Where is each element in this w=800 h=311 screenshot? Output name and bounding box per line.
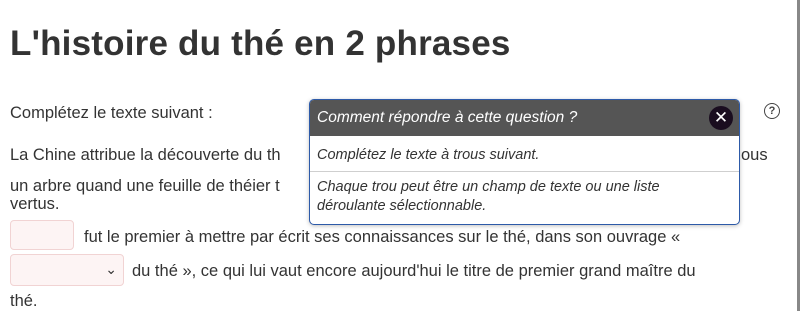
popup-header: Comment répondre à cette question ? ✕ (310, 100, 739, 136)
blank-dropdown-select[interactable]: ⌄ (10, 254, 124, 286)
popup-text-2-line-2: déroulante sélectionnable. (317, 198, 487, 214)
close-icon[interactable]: ✕ (709, 106, 733, 130)
popup-title: Comment répondre à cette question ? (317, 109, 578, 126)
popup-text-2-line-1: Chaque trou peut être un champ de texte … (317, 179, 660, 195)
blank-text-input[interactable] (10, 220, 74, 250)
popup-text-1: Complétez le texte à trous suivant. (317, 147, 540, 163)
paragraph-line-1-end: ous (741, 146, 768, 164)
popup-divider (310, 171, 739, 172)
question-circle-icon[interactable]: ? (764, 103, 780, 119)
instruction-text: Complétez le texte suivant : (10, 104, 213, 122)
paragraph-line-4: fut le premier à mettre par écrit ses co… (84, 228, 681, 246)
paragraph-line-1: La Chine attribue la découverte du th (10, 146, 281, 164)
paragraph-line-2: un arbre quand une feuille de théier t (10, 177, 280, 195)
help-popup: Comment répondre à cette question ? ✕ Co… (309, 99, 740, 225)
paragraph-line-3: vertus. (10, 195, 60, 213)
chevron-down-icon: ⌄ (105, 261, 117, 277)
paragraph-line-6: thé. (10, 292, 38, 310)
paragraph-line-5: du thé », ce qui lui vaut encore aujourd… (132, 262, 696, 280)
page-title: L'histoire du thé en 2 phrases (10, 24, 511, 63)
